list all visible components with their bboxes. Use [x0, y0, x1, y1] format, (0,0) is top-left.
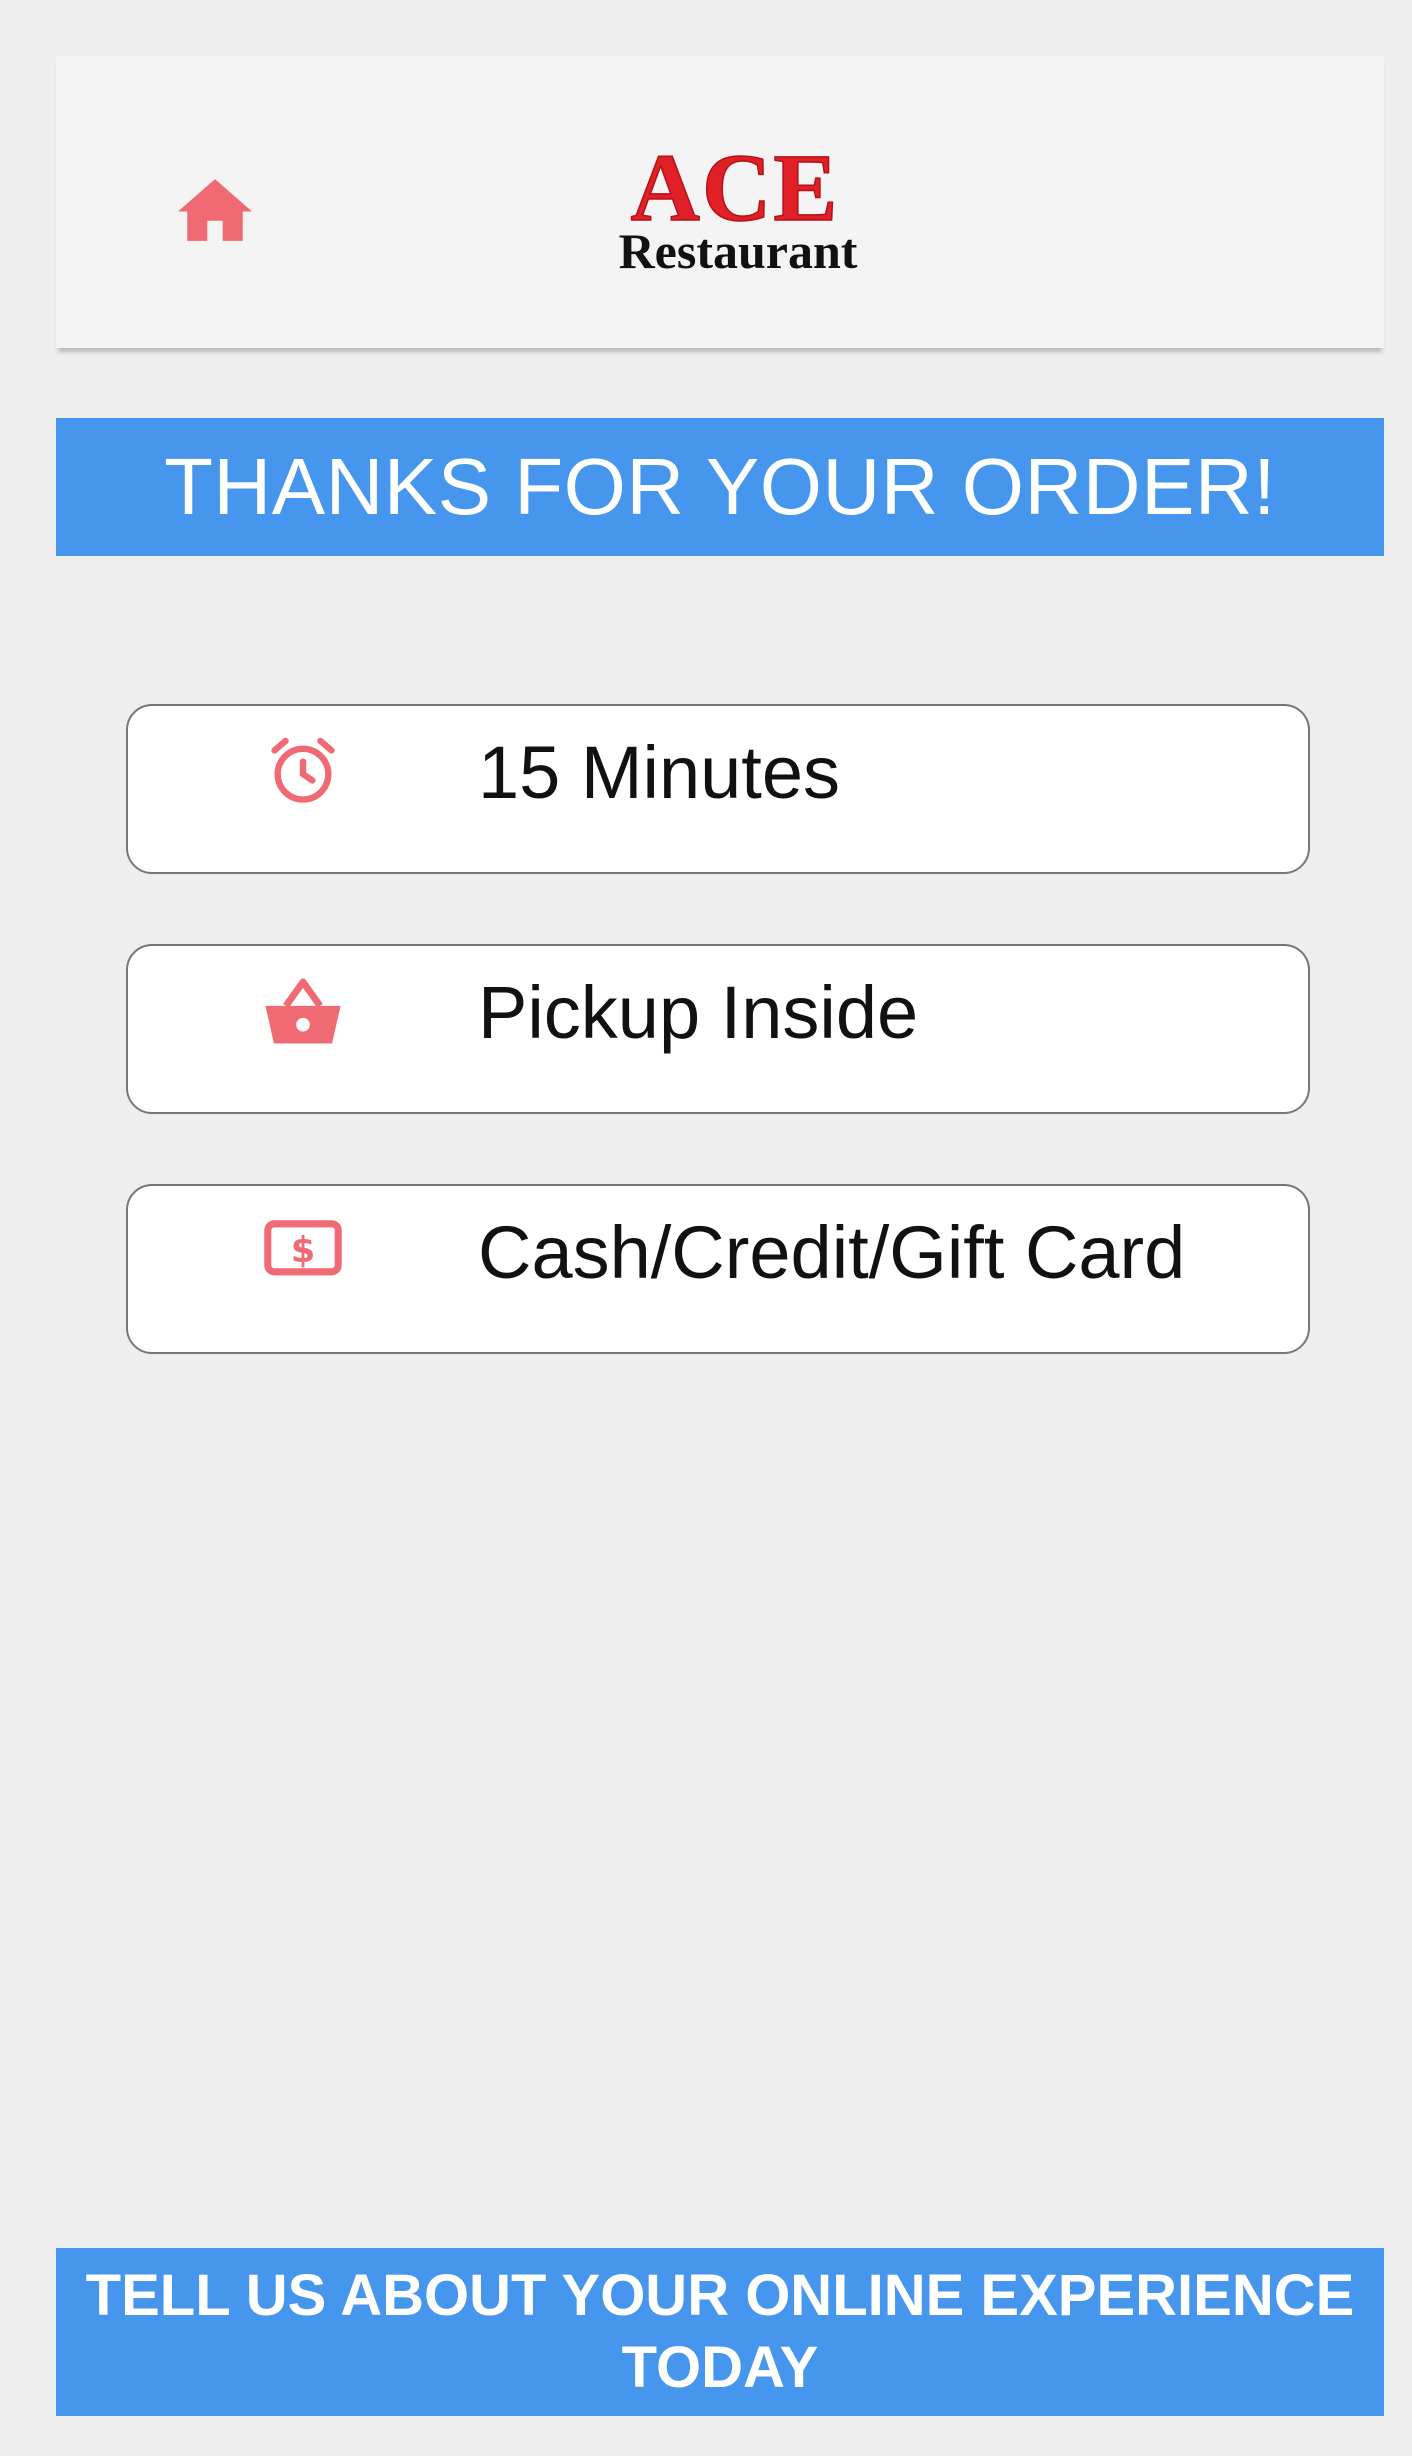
pickup-method-text: Pickup Inside [478, 971, 919, 1054]
feedback-survey-button[interactable]: TELL US ABOUT YOUR ONLINE EXPERIENCE TOD… [56, 2248, 1384, 2416]
home-icon [178, 179, 252, 241]
home-button[interactable] [170, 165, 260, 255]
money-bill-icon: $ [258, 1206, 348, 1296]
order-confirmation-banner: THANKS FOR YOUR ORDER! [56, 418, 1384, 556]
payment-method-text: Cash/Credit/Gift Card [478, 1211, 1186, 1294]
payment-method-card: $ Cash/Credit/Gift Card [126, 1184, 1310, 1354]
pickup-time-text: 15 Minutes [478, 731, 840, 814]
pickup-time-card: 15 Minutes [126, 704, 1310, 874]
svg-text:$: $ [291, 1230, 315, 1271]
feedback-survey-label: TELL US ABOUT YOUR ONLINE EXPERIENCE TOD… [85, 2263, 1355, 2400]
ace-restaurant-logo: ACE Restaurant [585, 133, 885, 279]
pickup-method-card: Pickup Inside [126, 944, 1310, 1114]
logo-subtitle-text: Restaurant [619, 223, 858, 275]
shopping-basket-icon [258, 966, 348, 1056]
alarm-clock-icon [258, 726, 348, 816]
banner-title: THANKS FOR YOUR ORDER! [164, 442, 1276, 531]
